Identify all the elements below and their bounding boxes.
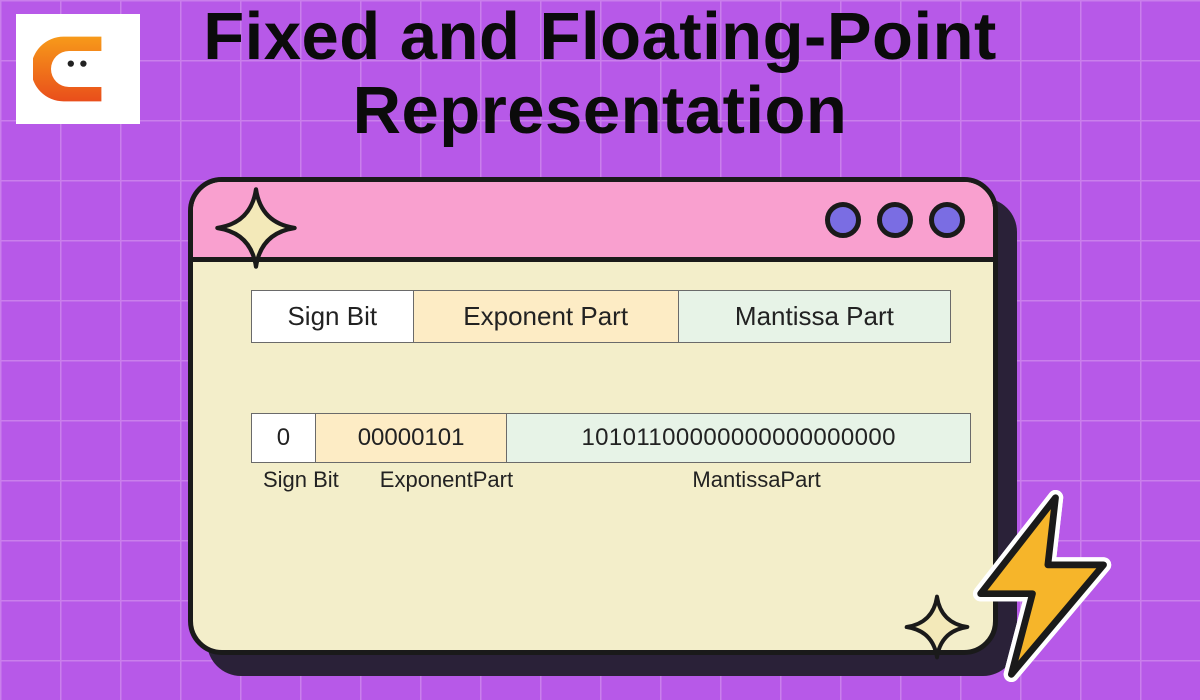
- float-example-bits: 0 00000101 10101100000000000000000: [251, 413, 971, 463]
- example-mantissa-label: MantissaPart: [542, 467, 971, 493]
- page-title: Fixed and Floating-PointRepresentation: [0, 0, 1200, 147]
- example-sign-label: Sign Bit: [251, 467, 351, 493]
- lightning-bolt-icon: [948, 490, 1140, 682]
- window-control-circle: [877, 202, 913, 238]
- example-exponent-value: 00000101: [316, 414, 507, 462]
- float-example-labels: Sign Bit ExponentPart MantissaPart: [251, 467, 971, 493]
- example-sign-value: 0: [252, 414, 316, 462]
- window-content: Sign Bit Exponent Part Mantissa Part 0 0…: [193, 262, 993, 650]
- window-control-circle: [825, 202, 861, 238]
- float-example: 0 00000101 10101100000000000000000 Sign …: [251, 413, 971, 493]
- legend-sign-cell: Sign Bit: [252, 291, 414, 342]
- example-mantissa-value: 10101100000000000000000: [507, 414, 970, 462]
- diagram-window: Sign Bit Exponent Part Mantissa Part 0 0…: [188, 177, 998, 655]
- window-titlebar: [193, 182, 993, 262]
- sparkle-icon: [214, 186, 298, 270]
- legend-exponent-cell: Exponent Part: [414, 291, 679, 342]
- window-control-circle: [929, 202, 965, 238]
- float-layout-legend: Sign Bit Exponent Part Mantissa Part: [251, 290, 951, 343]
- legend-mantissa-cell: Mantissa Part: [679, 291, 950, 342]
- example-exponent-label: ExponentPart: [351, 467, 542, 493]
